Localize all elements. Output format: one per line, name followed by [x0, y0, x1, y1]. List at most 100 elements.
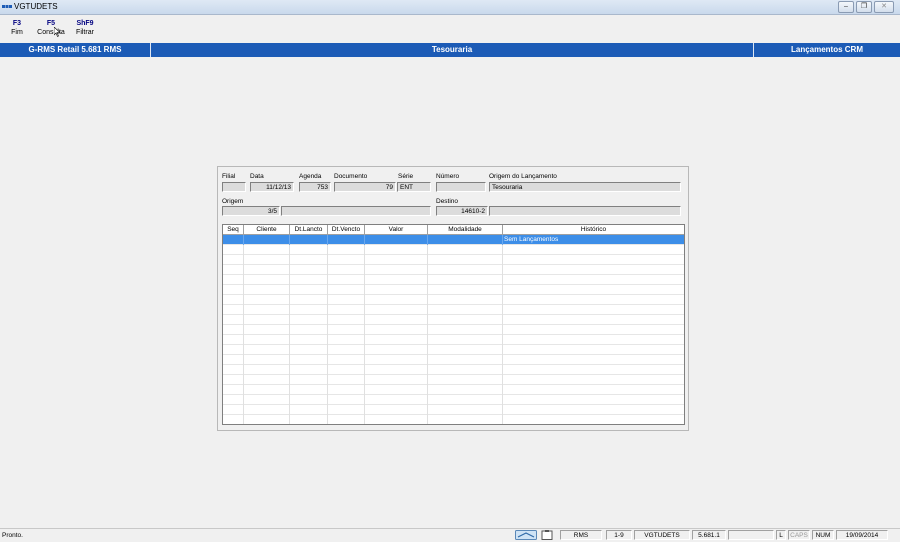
- origem-code-field[interactable]: 3/5: [222, 206, 280, 216]
- cell-historico: [503, 305, 684, 315]
- table-row[interactable]: [223, 315, 684, 325]
- table-row[interactable]: [223, 275, 684, 285]
- documento-field[interactable]: 79: [334, 182, 396, 192]
- col-modalidade[interactable]: Modalidade: [428, 225, 503, 234]
- agenda-field[interactable]: 753: [299, 182, 331, 192]
- col-dt-vencto[interactable]: Dt.Vencto: [328, 225, 365, 234]
- cell-seq: [223, 235, 244, 245]
- cell-seq: [223, 255, 244, 265]
- col-seq[interactable]: Seq: [223, 225, 244, 234]
- status-num: NUM: [812, 530, 834, 540]
- status-system: RMS: [560, 530, 602, 540]
- minimize-button[interactable]: –: [838, 1, 854, 13]
- cell-modalidade: [428, 415, 503, 424]
- status-program: VGTUDETS: [634, 530, 690, 540]
- cell-valor: [365, 395, 428, 405]
- table-row[interactable]: [223, 345, 684, 355]
- table-row[interactable]: [223, 285, 684, 295]
- cell-valor: [365, 315, 428, 325]
- cell-seq: [223, 395, 244, 405]
- lancamentos-grid[interactable]: Seq Cliente Dt.Lancto Dt.Vencto Valor Mo…: [222, 224, 685, 425]
- table-row[interactable]: [223, 325, 684, 335]
- table-row[interactable]: [223, 395, 684, 405]
- table-row[interactable]: [223, 245, 684, 255]
- cell-modalidade: [428, 325, 503, 335]
- cell-dt-lancto: [290, 365, 328, 375]
- mouse-cursor-icon: [54, 27, 61, 37]
- cell-dt-vencto: [328, 285, 365, 295]
- col-dt-lancto[interactable]: Dt.Lancto: [290, 225, 328, 234]
- col-cliente[interactable]: Cliente: [244, 225, 290, 234]
- cell-dt-vencto: [328, 375, 365, 385]
- status-empty: [728, 530, 774, 540]
- fkey-shf9[interactable]: ShF9 Filtrar: [73, 19, 97, 38]
- table-row[interactable]: [223, 355, 684, 365]
- cell-modalidade: [428, 395, 503, 405]
- cell-valor: [365, 405, 428, 415]
- numero-field[interactable]: [436, 182, 486, 192]
- cell-dt-vencto: [328, 385, 365, 395]
- destino-desc-field[interactable]: [489, 206, 681, 216]
- cell-dt-lancto: [290, 305, 328, 315]
- clipboard-icon: [541, 530, 553, 540]
- cell-valor: [365, 365, 428, 375]
- module-name: Tesouraria: [151, 43, 754, 57]
- cell-dt-lancto: [290, 345, 328, 355]
- cell-historico: [503, 415, 684, 424]
- cell-historico: Sem Lançamentos: [504, 236, 559, 243]
- numero-label: Número: [436, 173, 460, 180]
- origem-lancamento-field[interactable]: Tesouraria: [489, 182, 681, 192]
- cell-cliente: [244, 255, 290, 265]
- table-row[interactable]: [223, 305, 684, 315]
- table-row[interactable]: [223, 415, 684, 424]
- cell-historico: [503, 385, 684, 395]
- cell-dt-vencto: [328, 325, 365, 335]
- cell-modalidade: [428, 235, 503, 245]
- screen-name: Lançamentos CRM: [790, 45, 863, 54]
- cell-dt-lancto: [290, 315, 328, 325]
- table-row[interactable]: Sem Lançamentos: [223, 235, 684, 245]
- destino-code-field[interactable]: 14610-2: [436, 206, 488, 216]
- cell-historico: [503, 365, 684, 375]
- col-historico[interactable]: Histórico: [503, 225, 684, 234]
- table-row[interactable]: [223, 385, 684, 395]
- fkey-f3[interactable]: F3 Fim: [9, 19, 25, 38]
- cell-historico: [503, 405, 684, 415]
- restore-button[interactable]: ❐: [856, 1, 872, 13]
- serie-field[interactable]: ENT: [397, 182, 431, 192]
- cell-dt-vencto: [328, 315, 365, 325]
- table-row[interactable]: [223, 265, 684, 275]
- cell-historico: [503, 315, 684, 325]
- cell-seq: [223, 265, 244, 275]
- table-row[interactable]: [223, 405, 684, 415]
- cell-seq: [223, 365, 244, 375]
- cell-dt-vencto: [328, 355, 365, 365]
- cell-cliente: [244, 355, 290, 365]
- cell-valor: [365, 255, 428, 265]
- close-button[interactable]: ✕: [874, 1, 894, 13]
- table-row[interactable]: [223, 335, 684, 345]
- table-row[interactable]: [223, 295, 684, 305]
- col-valor[interactable]: Valor: [365, 225, 428, 234]
- cell-seq: [223, 295, 244, 305]
- table-row[interactable]: [223, 255, 684, 265]
- filial-field[interactable]: [222, 182, 246, 192]
- window-titlebar[interactable]: VGTUDETS – ❐ ✕: [0, 0, 900, 15]
- destino-label: Destino: [436, 198, 459, 205]
- cell-dt-vencto: [328, 395, 365, 405]
- cell-valor: [365, 235, 428, 245]
- cell-historico: [503, 285, 684, 295]
- cell-historico: [503, 265, 684, 275]
- table-row[interactable]: [223, 375, 684, 385]
- cell-historico: [503, 345, 684, 355]
- cell-valor: [365, 385, 428, 395]
- cell-cliente: [244, 375, 290, 385]
- cell-dt-lancto: [290, 355, 328, 365]
- cell-cliente: [244, 345, 290, 355]
- data-field[interactable]: 11/12/13: [250, 182, 294, 192]
- cell-seq: [223, 355, 244, 365]
- cell-cliente: [244, 385, 290, 395]
- origem-desc-field[interactable]: [281, 206, 431, 216]
- table-row[interactable]: [223, 365, 684, 375]
- fkey-f5[interactable]: F5 Consulta: [35, 19, 67, 38]
